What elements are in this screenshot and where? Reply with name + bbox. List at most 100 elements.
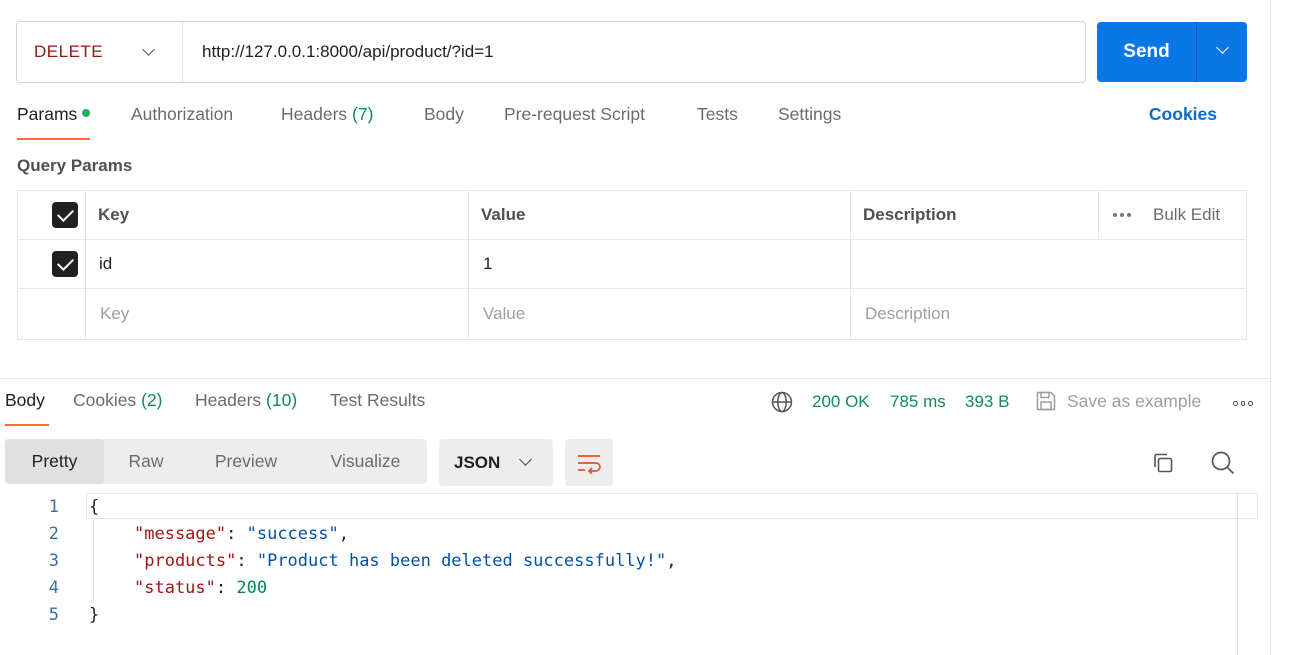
search-button[interactable] [1209,449,1237,477]
select-all-checkbox-cell [52,191,78,239]
format-label: JSON [454,452,501,472]
wrap-lines-icon [578,454,601,474]
response-tab-body-label: Body [5,390,45,410]
tab-tests-label: Tests [697,104,738,124]
row-checkbox[interactable] [52,251,78,277]
param-key-cell[interactable]: id [99,240,112,288]
code-text: "products": "Product has been deleted su… [134,550,677,571]
save-as-example-button[interactable]: Save as example [1035,390,1201,412]
select-all-checkbox[interactable] [52,202,78,228]
view-mode-raw[interactable]: Raw [104,439,188,484]
wrap-lines-button[interactable] [565,439,613,486]
column-header-key: Key [98,205,130,224]
value-placeholder[interactable]: Value [483,289,525,338]
table-actions: Bulk Edit [1113,191,1220,239]
response-tab-test-results[interactable]: Test Results [330,390,425,426]
format-dropdown[interactable]: JSON [439,439,553,486]
chevron-down-icon [519,453,532,466]
json-key: "status" [134,577,216,598]
key-placeholder[interactable]: Key [100,289,129,338]
response-time[interactable]: 785 ms [890,392,946,412]
response-headers-count: (10) [266,390,298,410]
right-panel-divider [1270,0,1271,655]
request-url-bar: DELETE [16,21,1086,83]
line-number: 4 [48,577,59,598]
tab-authorization-label: Authorization [131,104,234,124]
view-mode-selector: Pretty Raw Preview Visualize [5,439,427,484]
tab-params[interactable]: Params [17,104,91,140]
response-divider[interactable] [0,378,1270,379]
query-params-title: Query Params [17,156,133,175]
response-tabs: Body Cookies (2) Headers (10) Test Resul… [0,390,1270,428]
code-line: 4 "status": 200 [0,574,1240,601]
json-comma: , [338,523,349,544]
code-line: 3 "products": "Product has been deleted … [0,547,1240,574]
code-line: 1 { [0,493,1240,520]
tab-settings-label: Settings [778,104,842,124]
code-line: 2 "message": "success", [0,520,1240,547]
json-value: "success" [246,523,339,544]
line-number: 2 [48,523,59,544]
tab-headers-label: Headers [281,104,348,124]
line-number: 3 [48,550,59,571]
tab-tests[interactable]: Tests [697,104,738,140]
tab-pre-request-script[interactable]: Pre-request Script [504,104,645,140]
more-options-icon[interactable] [1113,213,1131,217]
send-label: Send [1097,22,1197,82]
response-tab-cookies-label: Cookies [73,390,137,410]
tab-settings[interactable]: Settings [778,104,841,140]
response-size[interactable]: 393 B [965,392,1009,412]
view-mode-visualize[interactable]: Visualize [304,439,427,484]
response-tab-headers-label: Headers [195,390,262,410]
send-options-dropdown[interactable] [1197,22,1247,82]
description-placeholder[interactable]: Description [865,289,950,338]
response-tab-body[interactable]: Body [5,390,49,426]
code-text: "message": "success", [134,523,349,544]
indent-guide [93,520,94,603]
response-tab-cookies[interactable]: Cookies (2) [73,390,163,426]
json-value: 200 [236,577,268,598]
view-mode-pretty[interactable]: Pretty [5,439,104,484]
tab-headers[interactable]: Headers (7) [281,104,373,140]
line-number: 5 [48,604,59,625]
response-tab-headers[interactable]: Headers (10) [195,390,297,426]
response-cookies-count: (2) [141,390,163,410]
bulk-edit-link[interactable]: Bulk Edit [1153,205,1220,225]
status-code[interactable]: 200 OK [812,392,870,412]
editor-scrollbar-track[interactable] [1237,493,1238,655]
response-body-viewer[interactable]: 1 { 2 "message": "success", 3 "products"… [0,493,1270,655]
json-key: "message" [134,523,227,544]
code-text: { [89,496,100,517]
copy-icon [1154,453,1173,473]
row-checkbox-cell [52,240,78,288]
view-mode-preview[interactable]: Preview [188,439,304,484]
copy-button[interactable] [1149,449,1177,477]
code-line: 5 } [0,601,1240,628]
globe-icon[interactable] [771,391,793,413]
response-tab-test-results-label: Test Results [330,390,426,410]
more-options-icon[interactable] [1233,401,1253,406]
save-icon [1036,391,1056,411]
query-params-table: Key Value Description Bulk Edit id 1 Key… [17,190,1247,340]
cookies-link[interactable]: Cookies [1149,104,1217,125]
json-key: "products" [134,550,237,571]
table-header-row: Key Value Description Bulk Edit [18,191,1246,240]
method-dropdown[interactable]: DELETE [17,22,183,82]
line-number: 1 [48,496,59,517]
search-icon [1211,451,1235,475]
send-button[interactable]: Send [1097,22,1247,82]
tab-body-label: Body [424,104,464,124]
param-value-cell[interactable]: 1 [483,240,492,288]
save-as-example-label: Save as example [1067,390,1202,411]
tab-body[interactable]: Body [424,104,464,140]
method-label: DELETE [34,42,104,61]
tab-authorization[interactable]: Authorization [131,104,233,140]
code-text: } [89,604,100,625]
json-value: "Product has been deleted successfully!" [256,550,667,571]
table-row-empty: Key Value Description [18,289,1246,338]
params-active-dot [82,109,91,117]
chevron-down-icon [1216,41,1229,54]
request-tabs: Params Authorization Headers (7) Body Pr… [0,104,1270,140]
code-text: "status": 200 [134,577,268,598]
url-input[interactable] [183,22,1085,82]
